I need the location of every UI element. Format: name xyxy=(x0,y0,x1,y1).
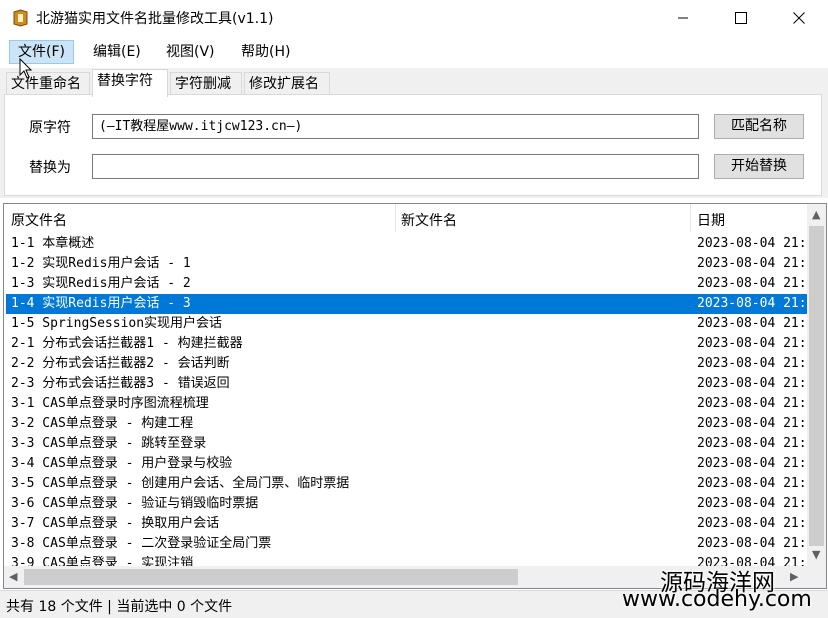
original-chars-label: 原字符 xyxy=(29,120,71,136)
table-row[interactable]: 2-2 分布式会话拦截器2 - 会话判断 2023-08-04 21:3 xyxy=(6,354,807,374)
title-bar: 北游猫实用文件名批量修改工具(v1.1) xyxy=(0,0,828,36)
close-icon xyxy=(793,12,805,24)
table-row[interactable]: 1-1 本章概述 2023-08-04 21:3 xyxy=(6,234,807,254)
scroll-down-icon[interactable]: ▼ xyxy=(812,548,820,561)
close-button[interactable] xyxy=(770,0,828,36)
file-date: 2023-08-04 21:3 xyxy=(697,456,807,471)
file-list[interactable]: 原文件名 新文件名 日期 1-1 本章概述 2023-08-04 21:3 1-2 … xyxy=(3,203,827,589)
scroll-up-icon[interactable]: ▲ xyxy=(812,208,820,221)
original-file-name: 1-1 本章概述 xyxy=(11,236,95,251)
replace-with-input[interactable] xyxy=(92,154,699,179)
file-date: 2023-08-04 21:3 xyxy=(697,256,807,271)
table-row[interactable]: 2-3 分布式会话拦截器3 - 错误返回 2023-08-04 21:3 xyxy=(6,374,807,394)
match-names-button[interactable]: 匹配名称 xyxy=(714,114,804,139)
file-date: 2023-08-04 21:3 xyxy=(697,516,807,531)
tab-change-extension[interactable]: 修改扩展名 xyxy=(244,72,330,96)
original-file-name: 3-2 CAS单点登录 - 构建工程 xyxy=(11,416,194,431)
table-row[interactable]: 3-6 CAS单点登录 - 验证与销毁临时票据 2023-08-04 21:3 xyxy=(6,494,807,514)
table-row[interactable]: 1-3 实现Redis用户会话 - 2 2023-08-04 21:3 xyxy=(6,274,807,294)
table-row[interactable]: 3-3 CAS单点登录 - 跳转至登录 2023-08-04 21:3 xyxy=(6,434,807,454)
original-file-name: 1-2 实现Redis用户会话 - 1 xyxy=(11,256,191,271)
watermark-url: www.codehy.com xyxy=(622,587,812,612)
file-date: 2023-08-04 21:3 xyxy=(697,396,807,411)
vertical-scroll-thumb[interactable] xyxy=(809,226,824,546)
file-date: 2023-08-04 21:3 xyxy=(697,416,807,431)
menu-edit[interactable]: 编辑(E) xyxy=(84,40,150,64)
original-file-name: 2-1 分布式会话拦截器1 - 构建拦截器 xyxy=(11,336,243,351)
original-file-name: 3-6 CAS单点登录 - 验证与销毁临时票据 xyxy=(11,496,259,511)
file-date: 2023-08-04 21:3 xyxy=(697,336,807,351)
table-row[interactable]: 1-2 实现Redis用户会话 - 1 2023-08-04 21:3 xyxy=(6,254,807,274)
replace-chars-tab-body xyxy=(4,94,822,196)
file-date: 2023-08-04 21:3 xyxy=(697,496,807,511)
file-date: 2023-08-04 21:3 xyxy=(697,376,807,391)
replace-with-label: 替换为 xyxy=(29,160,71,176)
file-date: 2023-08-04 21:3 xyxy=(697,296,807,311)
vertical-scrollbar[interactable]: ▲ ▼ xyxy=(807,204,826,566)
original-file-name: 3-4 CAS单点登录 - 用户登录与校验 xyxy=(11,456,233,471)
original-chars-input[interactable]: (—IT教程屋www.itjcw123.cn—) xyxy=(92,114,699,139)
table-row[interactable]: 3-2 CAS单点登录 - 构建工程 2023-08-04 21:3 xyxy=(6,414,807,434)
app-icon xyxy=(13,9,28,27)
mouse-cursor-icon xyxy=(19,58,33,79)
original-file-name: 2-3 分布式会话拦截器3 - 错误返回 xyxy=(11,376,230,391)
table-row[interactable]: 1-5 SpringSession实现用户会话 2023-08-04 21:3 xyxy=(6,314,807,334)
minimize-button[interactable] xyxy=(654,0,712,36)
original-file-name: 2-2 分布式会话拦截器2 - 会话判断 xyxy=(11,356,230,371)
menu-bar: 文件(F) 编辑(E) 视图(V) 帮助(H) xyxy=(0,36,828,68)
original-file-name: 3-9 CAS单点登录 - 实现注销 xyxy=(11,556,194,566)
maximize-icon xyxy=(735,12,747,24)
column-header-new-name[interactable]: 新文件名 xyxy=(401,210,457,230)
file-date: 2023-08-04 21:3 xyxy=(697,476,807,491)
file-date: 2023-08-04 21:3 xyxy=(697,276,807,291)
maximize-button[interactable] xyxy=(712,0,770,36)
scroll-left-icon[interactable]: ◀ xyxy=(9,570,17,583)
original-file-name: 3-1 CAS单点登录时序图流程梳理 xyxy=(11,396,209,411)
file-date: 2023-08-04 21:3 xyxy=(697,536,807,551)
table-row[interactable]: 3-5 CAS单点登录 - 创建用户会话、全局门票、临时票据 2023-08-04… xyxy=(6,474,807,494)
list-rows: 1-1 本章概述 2023-08-04 21:3 1-2 实现Redis用户会话 -… xyxy=(4,234,807,566)
menu-help[interactable]: 帮助(H) xyxy=(232,40,299,64)
table-row[interactable]: 2-1 分布式会话拦截器1 - 构建拦截器 2023-08-04 21:3 xyxy=(6,334,807,354)
file-date: 2023-08-04 21:3 xyxy=(697,356,807,371)
start-replace-button[interactable]: 开始替换 xyxy=(714,154,804,179)
original-file-name: 1-5 SpringSession实现用户会话 xyxy=(11,316,223,331)
original-file-name: 3-5 CAS单点登录 - 创建用户会话、全局门票、临时票据 xyxy=(11,476,350,491)
list-header: 原文件名 新文件名 日期 xyxy=(4,204,807,234)
scroll-right-icon[interactable]: ▶ xyxy=(790,570,798,583)
table-row[interactable]: 1-4 实现Redis用户会话 - 3 2023-08-04 21:3 xyxy=(6,294,807,314)
table-row[interactable]: 3-8 CAS单点登录 - 二次登录验证全局门票 2023-08-04 21:3 xyxy=(6,534,807,554)
original-file-name: 3-7 CAS单点登录 - 换取用户会话 xyxy=(11,516,220,531)
column-header-date[interactable]: 日期 xyxy=(697,210,725,230)
original-file-name: 1-3 实现Redis用户会话 - 2 xyxy=(11,276,191,291)
table-row[interactable]: 3-4 CAS单点登录 - 用户登录与校验 2023-08-04 21:3 xyxy=(6,454,807,474)
column-divider[interactable] xyxy=(395,204,396,232)
tab-replace-chars[interactable]: 替换字符 xyxy=(92,69,168,97)
file-date: 2023-08-04 21:3 xyxy=(697,316,807,331)
original-file-name: 3-8 CAS单点登录 - 二次登录验证全局门票 xyxy=(11,536,272,551)
table-row[interactable]: 3-1 CAS单点登录时序图流程梳理 2023-08-04 21:3 xyxy=(6,394,807,414)
status-text: 共有 18 个文件 | 当前选中 0 个文件 xyxy=(6,599,233,615)
menu-view[interactable]: 视图(V) xyxy=(157,40,224,64)
minimize-icon xyxy=(678,17,688,19)
column-header-original-name[interactable]: 原文件名 xyxy=(11,210,67,230)
table-row[interactable]: 3-7 CAS单点登录 - 换取用户会话 2023-08-04 21:3 xyxy=(6,514,807,534)
original-file-name: 1-4 实现Redis用户会话 - 3 xyxy=(11,296,191,311)
horizontal-scroll-thumb[interactable] xyxy=(24,569,518,585)
tab-delete-chars[interactable]: 字符删减 xyxy=(170,72,242,96)
column-divider[interactable] xyxy=(690,204,691,232)
original-file-name: 3-3 CAS单点登录 - 跳转至登录 xyxy=(11,436,207,451)
scrollbar-corner xyxy=(807,566,826,588)
window-title: 北游猫实用文件名批量修改工具(v1.1) xyxy=(36,11,274,27)
file-date: 2023-08-04 21:3 xyxy=(697,236,807,251)
file-date: 2023-08-04 21:3 xyxy=(697,436,807,451)
